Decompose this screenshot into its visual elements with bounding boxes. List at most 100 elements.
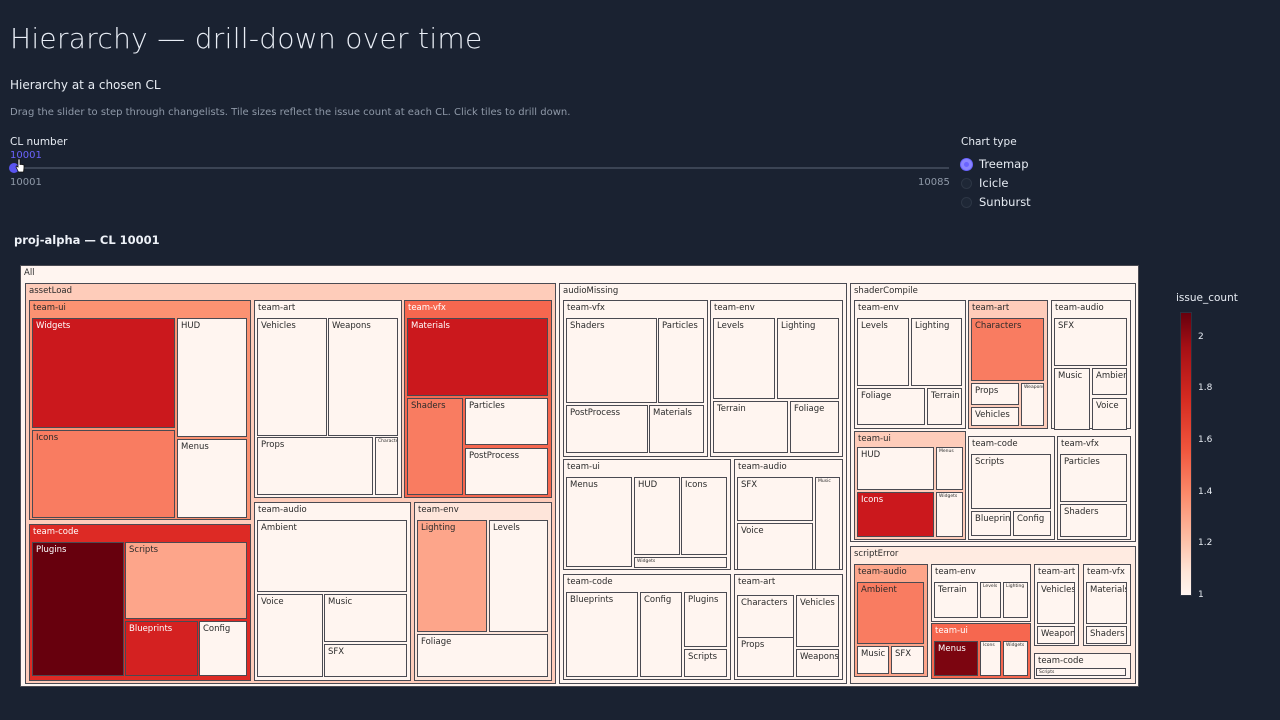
treemap-tile-sc-art-props[interactable]: Props (971, 383, 1019, 405)
treemap-tile-al-code-config[interactable]: Config (199, 621, 247, 676)
treemap-tile-am-art-weapons[interactable]: Weapons (796, 649, 839, 677)
treemap-tile-se-audio-ambient[interactable]: Ambient (857, 582, 924, 644)
treemap-tile-se-code-scripts[interactable]: Scripts (1036, 668, 1126, 676)
colorbar-tick: 1.6 (1198, 435, 1213, 446)
chart-title: proj-alpha — CL 10001 (14, 233, 160, 247)
treemap-tile-am-code-scripts[interactable]: Scripts (684, 649, 727, 677)
treemap-tile-al-ui-menus[interactable]: Menus (177, 439, 247, 518)
treemap-tile-al-ui-widgets[interactable]: Widgets (32, 318, 175, 428)
treemap-tile-am-code-blueprints[interactable]: Blueprints (566, 592, 638, 677)
treemap-tile-am-art-props[interactable]: Props (737, 637, 794, 677)
treemap-tile-sc-vfx-shaders[interactable]: Shaders (1060, 504, 1127, 537)
treemap-tile-am-env-levels[interactable]: Levels (713, 318, 775, 399)
treemap-tile-sc-audio-sfx[interactable]: SFX (1054, 318, 1127, 366)
treemap-tile-am-art-vehicles[interactable]: Vehicles (796, 595, 839, 647)
treemap-tile-al-vfx-materials[interactable]: Materials (407, 318, 548, 396)
treemap-tile-am-art-characters[interactable]: Characters (737, 595, 794, 643)
slider-min-label: 10001 (10, 177, 42, 188)
treemap-tile-se-vfx-materials[interactable]: Materials (1086, 582, 1127, 624)
treemap-tile-al-art-props[interactable]: Props (257, 437, 373, 495)
treemap-tile-sc-audio-voice[interactable]: Voice (1092, 398, 1127, 430)
treemap-tile-al-audio-ambient[interactable]: Ambient (257, 520, 407, 592)
treemap-tile-sc-ui-widgets[interactable]: Widgets (936, 492, 963, 537)
treemap-tile-sc-vfx-particles[interactable]: Particles (1060, 454, 1127, 502)
page-title: Hierarchy — drill-down over time (10, 22, 483, 55)
radio-unselected-icon[interactable] (961, 177, 972, 189)
treemap-tile-al-audio-music[interactable]: Music (324, 594, 407, 642)
treemap-tile-al-audio-voice[interactable]: Voice (257, 594, 323, 677)
treemap-tile-al-code-scripts[interactable]: Scripts (125, 542, 247, 619)
treemap-tile-al-env-foliage[interactable]: Foliage (417, 634, 548, 677)
treemap-tile-sc-audio-music[interactable]: Music (1054, 368, 1090, 430)
treemap-tile-am-env-foliage[interactable]: Foliage (790, 401, 839, 453)
treemap-tile-sc-ui-menus[interactable]: Menus (936, 447, 963, 490)
treemap-tile-sc-env-levels[interactable]: Levels (857, 318, 909, 386)
treemap-tile-am-vfx-materials[interactable]: Materials (649, 405, 704, 453)
treemap-tile-se-env-lighting[interactable]: Lighting (1003, 582, 1028, 618)
colorbar-tick: 1.8 (1198, 383, 1213, 394)
treemap-tile-sc-ui-hud[interactable]: HUD (857, 447, 934, 490)
treemap-tile-al-code-plugins[interactable]: Plugins (32, 542, 124, 676)
treemap-tile-se-audio-sfx[interactable]: SFX (891, 646, 924, 674)
treemap-tile-am-vfx-postprocess[interactable]: PostProcess (566, 405, 648, 453)
treemap-tile-al-art-weapons[interactable]: Weapons (328, 318, 398, 436)
treemap-tile-am-vfx-particles[interactable]: Particles (658, 318, 704, 403)
hand-cursor-icon (15, 158, 25, 173)
radio-sunburst[interactable]: Sunburst (961, 195, 1031, 209)
treemap-tile-sc-env-foliage[interactable]: Foliage (857, 388, 925, 425)
treemap-tile-am-code-plugins[interactable]: Plugins (684, 592, 727, 647)
treemap-tile-sc-art-vehicles[interactable]: Vehicles (971, 407, 1019, 426)
treemap-tile-am-ui-icons[interactable]: Icons (681, 477, 727, 555)
treemap-tile-am-ui-widgets[interactable]: Widgets (634, 557, 727, 568)
treemap-tile-sc-audio-ambient[interactable]: Ambient (1092, 368, 1127, 395)
treemap-tile-se-art-vehicles[interactable]: Vehicles (1037, 582, 1075, 624)
treemap-tile-sc-env-lighting[interactable]: Lighting (911, 318, 962, 386)
treemap-tile-al-art-vehicles[interactable]: Vehicles (257, 318, 327, 436)
treemap-tile-se-art-weapons[interactable]: Weapons (1037, 626, 1075, 644)
treemap-tile-al-art-chars[interactable]: Characters (375, 437, 398, 495)
treemap-tile-am-audio-voice[interactable]: Voice (737, 523, 813, 570)
treemap-tile-al-env-levels[interactable]: Levels (489, 520, 548, 632)
radio-icicle-label: Icicle (979, 176, 1009, 190)
treemap-tile-se-audio-music[interactable]: Music (857, 646, 889, 674)
treemap-tile-al-ui-hud[interactable]: HUD (177, 318, 247, 437)
treemap-tile-am-env-terrain[interactable]: Terrain (713, 401, 788, 453)
radio-icicle[interactable]: Icicle (961, 176, 1009, 190)
radio-treemap[interactable]: Treemap (961, 157, 1029, 171)
colorbar-tick: 2 (1198, 331, 1204, 342)
cl-number-label: CL number (10, 136, 68, 148)
section-description: Drag the slider to step through changeli… (10, 107, 571, 118)
treemap-tile-am-ui-menus[interactable]: Menus (566, 477, 632, 567)
treemap-tile-sc-art-weapons[interactable]: Weapons (1021, 383, 1044, 426)
treemap-tile-se-vfx-shaders[interactable]: Shaders (1086, 626, 1127, 644)
treemap-tile-al-code-blueprints[interactable]: Blueprints (125, 621, 198, 676)
treemap-tile-al-audio-sfx[interactable]: SFX (324, 644, 407, 677)
treemap-tile-sc-ui-icons[interactable]: Icons (857, 492, 934, 537)
treemap-tile-al-vfx-postprocess[interactable]: PostProcess (465, 448, 548, 495)
treemap-tile-sc-code-config[interactable]: Config (1013, 511, 1051, 536)
treemap-tile-se-env-levels[interactable]: Levels (980, 582, 1001, 618)
treemap-tile-se-ui-widgets[interactable]: Widgets (1003, 641, 1028, 676)
treemap-tile-se-env-terrain[interactable]: Terrain (934, 582, 978, 618)
colorbar-tick: 1.2 (1198, 538, 1213, 549)
treemap-tile-al-vfx-particles[interactable]: Particles (465, 398, 548, 445)
treemap-tile-am-audio-music[interactable]: Music (815, 477, 840, 570)
treemap-tile-am-ui-hud[interactable]: HUD (634, 477, 680, 555)
treemap-tile-al-ui-icons[interactable]: Icons (32, 430, 175, 518)
treemap-tile-sc-code-blueprints[interactable]: Blueprints (971, 511, 1011, 536)
radio-unselected-icon[interactable] (961, 196, 972, 208)
radio-selected-icon[interactable] (961, 158, 972, 170)
treemap-tile-sc-env-terrain[interactable]: Terrain (927, 388, 962, 425)
treemap-tile-al-env-lighting[interactable]: Lighting (417, 520, 487, 632)
treemap-tile-se-ui-icons[interactable]: Icons (980, 641, 1001, 676)
treemap-tile-al-vfx-shaders[interactable]: Shaders (407, 398, 463, 495)
treemap-tile-am-audio-sfx[interactable]: SFX (737, 477, 813, 521)
treemap-tile-am-vfx-shaders[interactable]: Shaders (566, 318, 657, 403)
treemap-tile-am-env-lighting[interactable]: Lighting (777, 318, 839, 399)
treemap-tile-sc-art-characters[interactable]: Characters (971, 318, 1044, 381)
treemap-tile-am-code-config[interactable]: Config (640, 592, 682, 677)
slider-max-label: 10085 (918, 177, 950, 188)
cl-slider-track[interactable] (12, 167, 949, 169)
treemap-tile-sc-code-scripts[interactable]: Scripts (971, 454, 1051, 509)
treemap-tile-se-ui-menus[interactable]: Menus (934, 641, 978, 676)
